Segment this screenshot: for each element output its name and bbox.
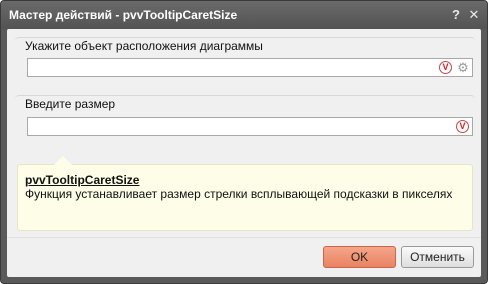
size-label: Введите размер bbox=[25, 97, 120, 111]
function-description: Функция устанавливает размер стрелки всп… bbox=[25, 187, 453, 201]
wizard-dialog: Мастер действий - pvvTooltipCaretSize ? … bbox=[0, 0, 488, 284]
ok-button[interactable]: OK bbox=[323, 246, 396, 268]
function-name: pvvTooltipCaretSize bbox=[25, 173, 140, 187]
variable-icon[interactable]: V bbox=[439, 61, 452, 74]
close-icon[interactable]: ✕ bbox=[466, 7, 482, 23]
variable-icon[interactable]: V bbox=[456, 120, 469, 133]
info-arrow bbox=[54, 156, 72, 165]
help-icon[interactable]: ? bbox=[448, 7, 464, 23]
footer-divider bbox=[7, 237, 481, 238]
chart-object-group: Укажите объект расположения диаграммы V … bbox=[15, 37, 475, 88]
chart-object-field[interactable]: V ⚙ bbox=[27, 58, 473, 77]
chart-object-label: Укажите объект расположения диаграммы bbox=[25, 39, 267, 53]
cancel-button[interactable]: Отменить bbox=[401, 246, 474, 268]
size-group: Введите размер V bbox=[15, 95, 475, 146]
dialog-title: Мастер действий - pvvTooltipCaretSize bbox=[9, 8, 238, 22]
function-info-panel: pvvTooltipCaretSize Функция устанавливае… bbox=[17, 156, 473, 231]
size-field[interactable]: V bbox=[27, 117, 473, 136]
gear-icon[interactable]: ⚙ bbox=[456, 61, 470, 75]
dialog-body: Укажите объект расположения диаграммы V … bbox=[7, 29, 481, 277]
chart-object-input[interactable] bbox=[30, 60, 434, 75]
size-input[interactable] bbox=[30, 119, 434, 134]
title-bar[interactable]: Мастер действий - pvvTooltipCaretSize ? … bbox=[1, 1, 487, 29]
